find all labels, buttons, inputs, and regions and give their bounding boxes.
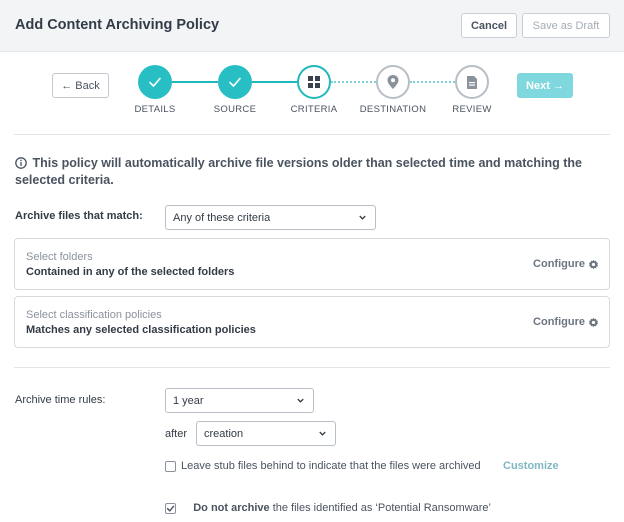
- policy-info-text: This policy will automatically archive f…: [15, 155, 605, 189]
- archive-match-label: Archive files that match:: [15, 210, 143, 222]
- save-as-draft-button[interactable]: Save as Draft: [522, 13, 610, 38]
- ransomware-bold-text: Do not archive: [193, 502, 270, 514]
- time-period-select[interactable]: 1 year: [165, 388, 314, 413]
- after-event-value: creation: [204, 427, 244, 440]
- section-divider: [14, 134, 610, 135]
- step-source[interactable]: [218, 65, 252, 99]
- step-label-details: DETAILS: [134, 104, 176, 115]
- stub-files-checkbox[interactable]: [165, 460, 176, 472]
- configure-label: Configure: [533, 258, 585, 270]
- step-details[interactable]: [138, 65, 172, 99]
- info-icon: [15, 157, 27, 169]
- step-label-review: REVIEW: [452, 104, 492, 115]
- stub-files-label: Leave stub files behind to indicate that…: [181, 460, 481, 472]
- section-divider: [14, 367, 610, 368]
- match-criteria-select[interactable]: Any of these criteria: [165, 205, 376, 230]
- step-connector: [331, 81, 376, 83]
- ransomware-checkbox[interactable]: [165, 502, 176, 514]
- step-destination[interactable]: [376, 65, 410, 99]
- grid-icon: [308, 76, 320, 88]
- document-icon: [467, 75, 477, 89]
- select-folders-card: Select folders Contained in any of the s…: [14, 238, 610, 290]
- configure-folders-button[interactable]: Configure: [533, 258, 599, 270]
- folders-description: Contained in any of the selected folders: [26, 266, 235, 278]
- classification-description: Matches any selected classification poli…: [26, 324, 256, 336]
- configure-classification-button[interactable]: Configure: [533, 316, 599, 328]
- page-header: Add Content Archiving Policy Cancel Save…: [0, 0, 624, 52]
- chevron-down-icon: [319, 431, 326, 436]
- after-event-select[interactable]: creation: [196, 421, 336, 446]
- step-review[interactable]: [455, 65, 489, 99]
- step-label-criteria: CRITERIA: [290, 104, 338, 115]
- time-period-value: 1 year: [173, 394, 204, 407]
- after-label: after: [165, 428, 188, 440]
- step-label-source: SOURCE: [213, 104, 257, 115]
- customize-link[interactable]: Customize: [503, 460, 559, 472]
- ransomware-option: Do not archive the files identified as ‘…: [165, 490, 491, 522]
- next-button[interactable]: Next →: [517, 73, 573, 98]
- classification-title: Select classification policies: [26, 309, 162, 321]
- chevron-down-icon: [297, 398, 304, 403]
- check-icon: [229, 77, 241, 87]
- stub-files-option: Leave stub files behind to indicate that…: [165, 460, 481, 472]
- check-icon: [166, 505, 175, 512]
- archive-time-rules-label: Archive time rules:: [15, 394, 106, 406]
- info-message: This policy will automatically archive f…: [15, 156, 582, 187]
- step-connector: [172, 81, 218, 83]
- step-connector: [410, 81, 455, 83]
- back-button[interactable]: ← Back: [52, 73, 109, 98]
- page-title: Add Content Archiving Policy: [15, 17, 220, 33]
- select-classification-card: Select classification policies Matches a…: [14, 296, 610, 348]
- gear-icon: [589, 317, 598, 327]
- match-criteria-value: Any of these criteria: [173, 211, 271, 224]
- gear-icon: [589, 259, 598, 269]
- step-label-destination: DESTINATION: [359, 104, 427, 115]
- ransomware-text: the files identified as ‘Potential Ranso…: [269, 502, 491, 514]
- check-icon: [149, 77, 161, 87]
- folders-title: Select folders: [26, 251, 93, 263]
- step-connector: [252, 81, 297, 83]
- configure-label: Configure: [533, 316, 585, 328]
- map-pin-icon: [387, 75, 399, 89]
- cancel-button[interactable]: Cancel: [461, 13, 517, 38]
- step-criteria[interactable]: [297, 65, 331, 99]
- chevron-down-icon: [359, 215, 366, 220]
